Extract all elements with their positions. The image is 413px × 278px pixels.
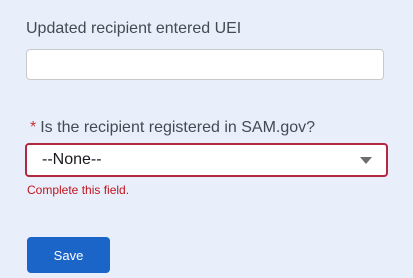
sam-registered-select[interactable]: --None--: [25, 143, 388, 177]
uei-input[interactable]: [26, 49, 384, 80]
save-button[interactable]: Save: [27, 237, 110, 273]
sam-field-label-row: * Is the recipient registered in SAM.gov?: [30, 119, 315, 137]
sam-field-label: Is the recipient registered in SAM.gov?: [40, 119, 316, 136]
uei-field-label: Updated recipient entered UEI: [26, 20, 242, 37]
field-error-message: Complete this field.: [27, 183, 130, 197]
chevron-down-icon[interactable]: [360, 157, 372, 164]
sam-select-value: --None--: [42, 151, 102, 168]
required-marker: *: [30, 119, 37, 136]
form-panel: Updated recipient entered UEI * Is the re…: [0, 0, 413, 278]
